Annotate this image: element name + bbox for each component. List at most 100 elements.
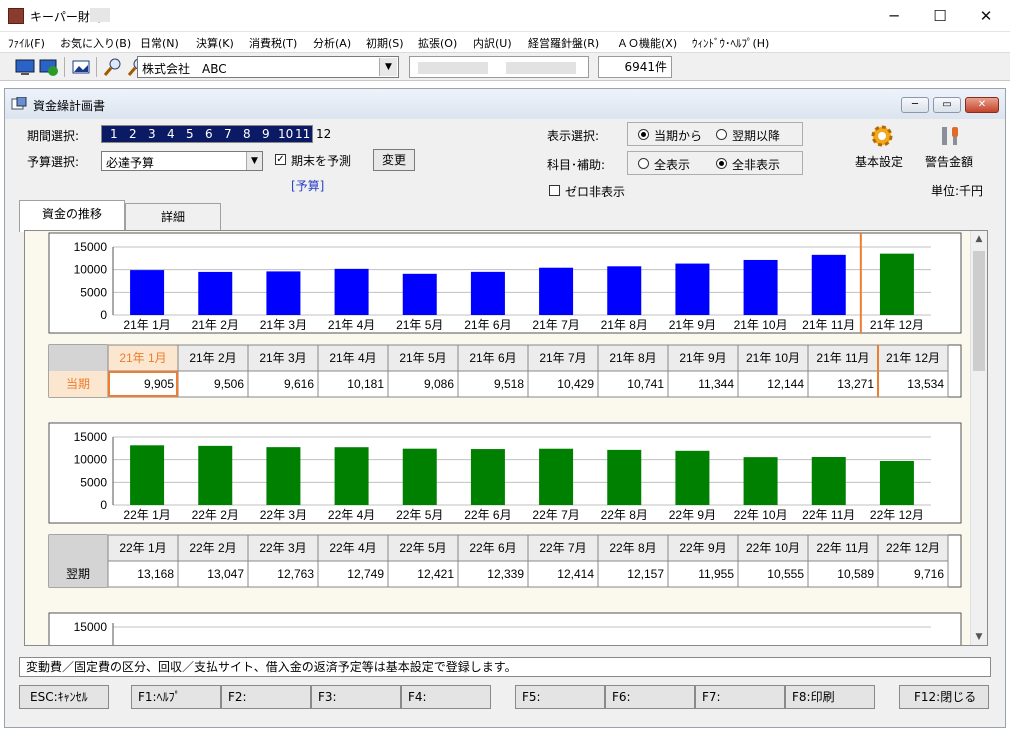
table-value: 10,741 bbox=[627, 377, 664, 391]
radio-hide-all[interactable] bbox=[716, 158, 727, 169]
scroll-thumb[interactable] bbox=[973, 251, 985, 371]
x-tick-label: 21年 1月 bbox=[123, 318, 170, 332]
bar bbox=[402, 448, 437, 505]
table-value: 12,157 bbox=[627, 567, 664, 581]
chevron-down-icon[interactable]: ▼ bbox=[379, 58, 397, 76]
menu-ao[interactable]: ＡＯ機能(X) bbox=[617, 35, 677, 51]
tab-detail[interactable]: 詳細 bbox=[125, 203, 221, 231]
tools-icon[interactable] bbox=[937, 123, 963, 149]
period-selector[interactable]: 1 2 3 4 5 6 7 8 9 10 11 bbox=[101, 125, 313, 143]
period-1[interactable]: 1 bbox=[110, 127, 118, 141]
fkey-f7[interactable]: F7: bbox=[695, 685, 785, 709]
gear-icon[interactable] bbox=[869, 123, 895, 149]
child-close-button[interactable]: ✕ bbox=[965, 97, 999, 113]
child-restore-button[interactable]: ▭ bbox=[933, 97, 961, 113]
radio-next[interactable] bbox=[716, 129, 727, 140]
period-10[interactable]: 10 bbox=[278, 127, 293, 141]
minimize-button[interactable]: ─ bbox=[871, 0, 917, 32]
menu-analysis[interactable]: 分析(A) bbox=[313, 35, 351, 51]
scroll-down-icon[interactable]: ▼ bbox=[971, 629, 987, 645]
child-title: 資金繰計画書 bbox=[33, 99, 106, 113]
bar bbox=[470, 449, 505, 505]
x-tick-label: 21年 6月 bbox=[464, 318, 511, 332]
y-tick-label: 0 bbox=[100, 498, 107, 512]
menu-window-help[interactable]: ｳｨﾝﾄﾞｳ･ﾍﾙﾌﾟ(H) bbox=[692, 35, 769, 51]
period-5[interactable]: 5 bbox=[186, 127, 194, 141]
fkey-f5[interactable]: F5: bbox=[515, 685, 605, 709]
refresh-screen-icon[interactable] bbox=[38, 56, 60, 78]
company-select[interactable]: 株式会社 ABC ▼ bbox=[137, 56, 399, 78]
menu-tax[interactable]: 消費税(T) bbox=[249, 35, 297, 51]
scroll-up-icon[interactable]: ▲ bbox=[971, 231, 987, 247]
child-minimize-button[interactable]: ─ bbox=[901, 97, 929, 113]
warning-amount-button[interactable]: 警告金額 bbox=[925, 153, 973, 170]
y-tick-label: 15000 bbox=[74, 240, 108, 254]
bar bbox=[130, 445, 165, 505]
menu-file[interactable]: ﾌｧｲﾙ(F) bbox=[8, 35, 45, 51]
x-tick-label: 22年 12月 bbox=[870, 508, 924, 522]
change-button[interactable]: 変更 bbox=[373, 149, 415, 171]
period-8[interactable]: 8 bbox=[243, 127, 251, 141]
period-12[interactable]: 12 bbox=[316, 127, 331, 141]
fkey-f2[interactable]: F2: bbox=[221, 685, 311, 709]
close-button[interactable]: ✕ bbox=[963, 0, 1009, 32]
x-tick-label: 21年 3月 bbox=[260, 318, 307, 332]
fkey-f4[interactable]: F4: bbox=[401, 685, 491, 709]
tab-cash-trend[interactable]: 資金の推移 bbox=[19, 200, 125, 232]
toolbar-separator bbox=[96, 57, 97, 77]
table-header: 21年 1月 bbox=[119, 351, 166, 365]
screen-icon[interactable] bbox=[14, 56, 36, 78]
maximize-button[interactable]: ☐ bbox=[917, 0, 963, 32]
menu-closing[interactable]: 決算(K) bbox=[196, 35, 234, 51]
period-7[interactable]: 7 bbox=[224, 127, 232, 141]
period-2[interactable]: 2 bbox=[129, 127, 137, 141]
subject-radio-group: 全表示 全非表示 bbox=[627, 151, 803, 175]
fkey-f8[interactable]: F8:印刷 bbox=[785, 685, 875, 709]
bar bbox=[811, 254, 846, 315]
menu-extend[interactable]: 拡張(O) bbox=[418, 35, 457, 51]
table-header: 22年 12月 bbox=[886, 541, 940, 555]
period-9[interactable]: 9 bbox=[262, 127, 270, 141]
period-6[interactable]: 6 bbox=[205, 127, 213, 141]
zoom-in-icon[interactable] bbox=[102, 56, 124, 78]
fkey-f1[interactable]: F1:ﾍﾙﾌﾟ bbox=[131, 685, 221, 709]
bar bbox=[334, 447, 369, 505]
budget-select[interactable]: 必達予算 ▼ bbox=[101, 151, 263, 171]
chart-panel: 0 5000 10000 15000 21年 1月 21年 2月 21年 3月 21年 4月 2… bbox=[24, 230, 988, 646]
display-radio-group: 当期から 翌期以降 bbox=[627, 122, 803, 146]
zero-hide-checkbox[interactable] bbox=[549, 185, 560, 196]
display-label: 表示選択: bbox=[547, 129, 600, 143]
radio-current[interactable] bbox=[638, 129, 649, 140]
fkey-f12[interactable]: F12:閉じる bbox=[899, 685, 989, 709]
x-tick-label: 22年 6月 bbox=[464, 508, 511, 522]
period-3[interactable]: 3 bbox=[148, 127, 156, 141]
menu-favorites[interactable]: お気に入り(B) bbox=[60, 35, 131, 51]
y-tick-label: 0 bbox=[100, 308, 107, 322]
x-tick-label: 21年 12月 bbox=[870, 318, 924, 332]
picture-icon[interactable] bbox=[70, 56, 92, 78]
bar bbox=[743, 259, 778, 315]
fkey-esc[interactable]: ESC:ｷｬﾝｾﾙ bbox=[19, 685, 109, 709]
radio-show-all[interactable] bbox=[638, 158, 649, 169]
chevron-down-icon[interactable]: ▼ bbox=[246, 152, 262, 170]
menu-breakdown[interactable]: 内訳(U) bbox=[473, 35, 512, 51]
toolbar-separator bbox=[64, 57, 65, 77]
table-value: 9,905 bbox=[144, 377, 174, 391]
period-11[interactable]: 11 bbox=[295, 127, 310, 141]
vertical-scrollbar[interactable]: ▲ ▼ bbox=[970, 231, 987, 645]
bar bbox=[130, 270, 165, 315]
y-tick-label: 10000 bbox=[74, 453, 108, 467]
table-header: 21年 7月 bbox=[539, 351, 586, 365]
predict-checkbox[interactable]: ✓ bbox=[275, 154, 286, 165]
menu-daily[interactable]: 日常(N) bbox=[140, 35, 179, 51]
x-tick-label: 22年 8月 bbox=[601, 508, 648, 522]
table-header: 21年 9月 bbox=[679, 351, 726, 365]
period-4[interactable]: 4 bbox=[167, 127, 175, 141]
fkey-f6[interactable]: F6: bbox=[605, 685, 695, 709]
menu-initial[interactable]: 初期(S) bbox=[366, 35, 404, 51]
x-tick-label: 22年 4月 bbox=[328, 508, 375, 522]
y-tick-label: 5000 bbox=[80, 285, 107, 299]
menu-compass[interactable]: 経営羅針盤(R) bbox=[528, 35, 599, 51]
basic-setting-button[interactable]: 基本設定 bbox=[855, 153, 903, 170]
fkey-f3[interactable]: F3: bbox=[311, 685, 401, 709]
